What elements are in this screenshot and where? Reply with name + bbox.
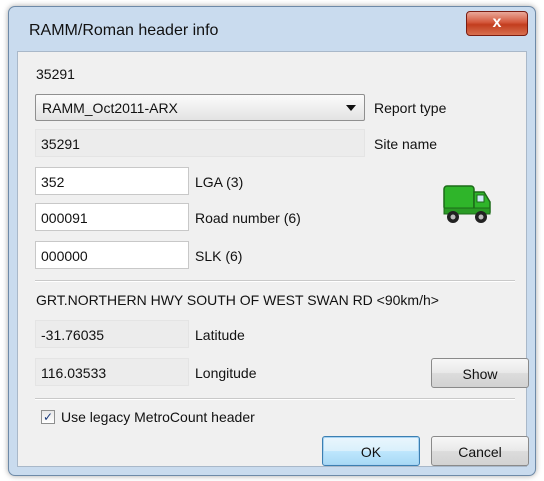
longitude-value: 116.03533	[41, 365, 107, 381]
site-name-value: 35291	[41, 136, 80, 152]
road-number-value: 000091	[41, 210, 88, 226]
slk-field[interactable]: 000000	[35, 241, 189, 269]
slk-value: 000000	[41, 248, 88, 264]
lga-field[interactable]: 352	[35, 167, 189, 195]
lga-value: 352	[41, 174, 65, 190]
longitude-field[interactable]: 116.03533	[35, 358, 189, 386]
report-type-select[interactable]: RAMM_Oct2011-ARX	[35, 94, 365, 121]
legacy-header-label[interactable]: Use legacy MetroCount header	[61, 409, 255, 425]
site-id-text: 35291	[36, 66, 75, 82]
road-number-label: Road number (6)	[195, 210, 301, 226]
lga-label: LGA (3)	[195, 174, 244, 190]
separator	[35, 398, 515, 400]
separator	[35, 280, 515, 282]
site-name-label: Site name	[374, 136, 438, 152]
show-button[interactable]: Show	[431, 358, 529, 388]
dialog-client-area: 35291 RAMM_Oct2011-ARX Report type 35291…	[17, 51, 529, 467]
road-number-field[interactable]: 000091	[35, 203, 189, 231]
latitude-value: -31.76035	[41, 327, 105, 343]
chevron-down-icon	[346, 105, 356, 111]
slk-label: SLK (6)	[195, 248, 243, 264]
latitude-field[interactable]: -31.76035	[35, 320, 189, 348]
checkmark-icon: ✓	[42, 410, 54, 424]
latitude-label: Latitude	[195, 327, 245, 343]
road-description: GRT.NORTHERN HWY SOUTH OF WEST SWAN RD <…	[36, 292, 439, 308]
dialog-window: RAMM/Roman header info x 35291 RAMM_Oct2…	[8, 6, 536, 476]
ok-button[interactable]: OK	[322, 436, 420, 466]
report-type-value: RAMM_Oct2011-ARX	[42, 100, 178, 116]
legacy-header-checkbox[interactable]: ✓	[41, 410, 55, 424]
green-truck-icon	[443, 185, 491, 223]
cancel-button[interactable]: Cancel	[431, 436, 529, 466]
report-type-label: Report type	[374, 100, 447, 116]
site-name-field[interactable]: 35291	[35, 129, 365, 157]
close-button[interactable]: x	[466, 11, 528, 36]
window-title: RAMM/Roman header info	[29, 22, 219, 39]
longitude-label: Longitude	[195, 365, 257, 381]
close-icon: x	[492, 14, 502, 31]
